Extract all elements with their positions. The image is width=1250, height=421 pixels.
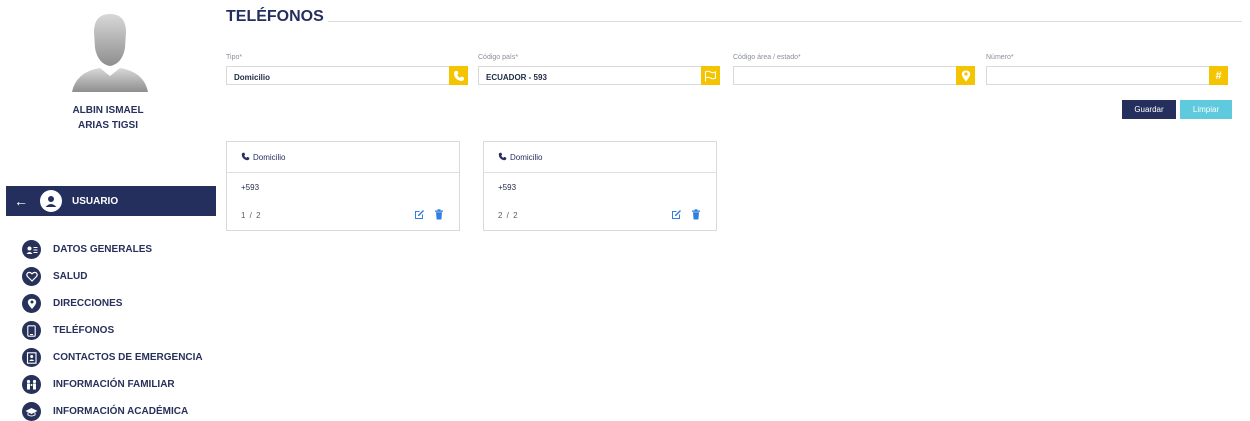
phone-handset-icon [498,152,507,163]
location-pin-icon[interactable] [956,66,975,85]
card-header: Domicilio [484,142,716,173]
hash-icon[interactable]: # [1209,66,1228,85]
codigo-area-select[interactable] [733,66,975,86]
codigo-area-input[interactable] [734,69,944,86]
contact-book-icon [22,348,41,367]
heart-stethoscope-icon [22,267,41,286]
id-card-icon [22,240,41,259]
phone-handset-icon [241,152,250,163]
codigo-pais-input[interactable] [479,69,689,86]
sidebar-item-telefonos[interactable]: TELÉFONOS [22,317,203,344]
title-divider [328,21,1242,22]
card-pagination: 2 / 2 [498,211,519,220]
sidebar-header-label: USUARIO [72,195,119,207]
sidebar-item-informacion-familiar[interactable]: INFORMACIÓN FAMILIAR [22,371,203,398]
avatar [72,14,148,92]
card-phone-type: Domicilio [510,152,543,162]
page-title: TELÉFONOS [226,8,324,25]
codigo-area-field: Código área / estado* [733,54,975,86]
tipo-label: Tipo* [226,54,243,61]
codigo-area-label: Código área / estado* [733,54,801,61]
family-icon [22,375,41,394]
edit-icon[interactable] [413,208,425,220]
sidebar-item-informacion-academica[interactable]: INFORMACIÓN ACADÉMICA [22,398,203,421]
tipo-select[interactable] [226,66,468,86]
sidebar-item-label: DATOS GENERALES [53,244,153,255]
card-actions [670,208,702,220]
card-phone-number: +593 [498,183,517,192]
tipo-field: Tipo* [226,54,468,86]
sidebar: ALBIN ISMAEL ARIAS TIGSI ← USUARIO DATOS… [0,0,216,421]
sidebar-header-usuario[interactable]: ← USUARIO [6,186,216,216]
card-pagination: 1 / 2 [241,211,262,220]
sidebar-item-contactos-emergencia[interactable]: CONTACTOS DE EMERGENCIA [22,344,203,371]
sidebar-item-label: TELÉFONOS [53,325,115,336]
back-arrow-icon[interactable]: ← [6,193,36,209]
delete-icon[interactable] [433,208,445,220]
edit-icon[interactable] [670,208,682,220]
sidebar-item-label: CONTACTOS DE EMERGENCIA [53,352,203,363]
sidebar-item-label: INFORMACIÓN ACADÉMICA [53,406,189,417]
sidebar-item-datos-generales[interactable]: DATOS GENERALES [22,236,203,263]
map-pin-icon [22,294,41,313]
user-first-name: ALBIN ISMAEL [72,105,144,116]
codigo-pais-field: Código país* [478,54,720,86]
sidebar-item-label: SALUD [53,271,88,282]
card-actions [413,208,445,220]
phone-icon [22,321,41,340]
user-icon [40,190,62,212]
sidebar-item-label: DIRECCIONES [53,298,123,309]
codigo-pais-select[interactable] [478,66,720,86]
tipo-input[interactable] [227,69,437,86]
card-header: Domicilio [227,142,459,173]
user-last-name: ARIAS TIGSI [77,120,138,131]
clear-button[interactable]: Limpiar [1180,100,1232,119]
sidebar-item-label: INFORMACIÓN FAMILIAR [53,379,175,390]
sidebar-item-salud[interactable]: SALUD [22,263,203,290]
numero-label: Número* [986,54,1014,61]
numero-input[interactable] [987,69,1197,86]
delete-icon[interactable] [690,208,702,220]
phone-card: Domicilio +593 2 / 2 [483,141,717,231]
numero-field: Número* # [986,54,1228,86]
card-phone-type: Domicilio [253,152,286,162]
numero-input-wrapper[interactable]: # [986,66,1228,86]
graduation-cap-icon [22,402,41,421]
phone-card: Domicilio +593 1 / 2 [226,141,460,231]
sidebar-item-direcciones[interactable]: DIRECCIONES [22,290,203,317]
codigo-pais-label: Código país* [478,54,519,61]
phone-handset-icon[interactable] [449,66,468,85]
flag-icon[interactable] [701,66,720,85]
card-phone-number: +593 [241,183,260,192]
sidebar-menu: DATOS GENERALES SALUD DIRECCIONES TELÉFO… [22,236,203,421]
save-button[interactable]: Guardar [1122,100,1176,119]
